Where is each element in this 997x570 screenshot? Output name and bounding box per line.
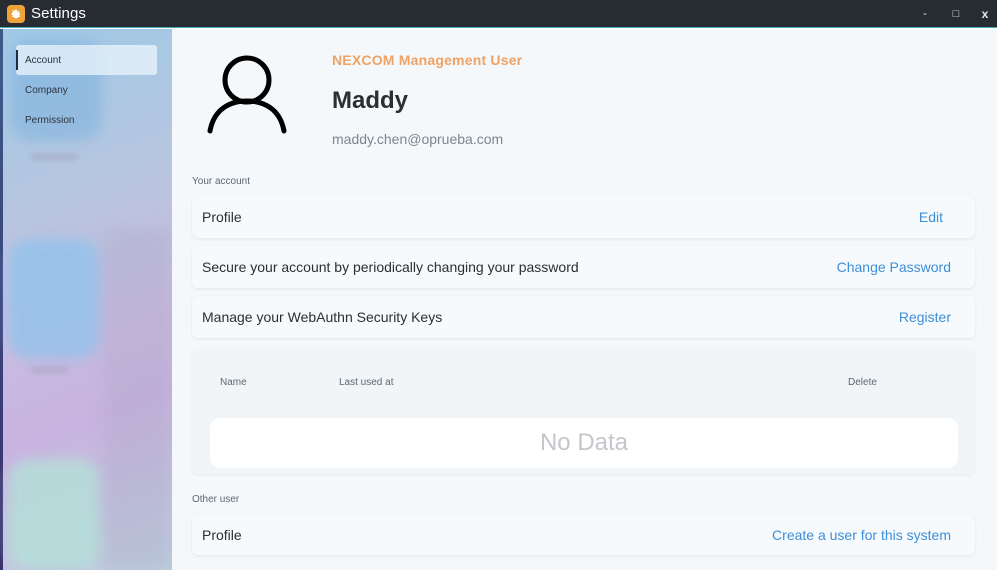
background-blur-line xyxy=(30,367,70,373)
minimize-button[interactable]: - xyxy=(910,0,940,28)
section-label-other-user: Other user xyxy=(192,494,240,505)
row-label: Profile xyxy=(202,527,242,543)
profile-row: Profile Edit xyxy=(192,196,975,238)
close-button[interactable]: x xyxy=(970,0,997,28)
sidebar-nav: Account Company Permission xyxy=(16,45,157,135)
register-key-link[interactable]: Register xyxy=(899,309,951,325)
sidebar-item-account[interactable]: Account xyxy=(16,45,157,75)
sidebar-item-label: Company xyxy=(25,84,68,96)
sidebar-item-company[interactable]: Company xyxy=(16,75,157,105)
other-user-profile-row: Profile Create a user for this system xyxy=(192,515,975,555)
user-name: Maddy xyxy=(332,87,409,114)
background-blur-block xyxy=(104,229,172,570)
organization-label: NEXCOM Management User xyxy=(332,52,523,68)
title-bar: Settings - □ x xyxy=(0,0,997,28)
sidebar-item-label: Permission xyxy=(25,114,75,126)
user-icon xyxy=(204,53,290,135)
background-blur-tile xyxy=(8,459,100,569)
sidebar-item-label: Account xyxy=(25,54,62,66)
row-label: Manage your WebAuthn Security Keys xyxy=(202,309,443,325)
security-keys-table: Name Last used at Delete No Data xyxy=(192,349,975,474)
column-header-name: Name xyxy=(220,377,247,388)
change-password-link[interactable]: Change Password xyxy=(837,259,951,275)
row-label: Secure your account by periodically chan… xyxy=(202,259,579,275)
background-blur-tile xyxy=(8,239,100,359)
sidebar: Account Company Permission xyxy=(0,29,172,570)
edit-profile-link[interactable]: Edit xyxy=(919,209,943,225)
background-blur-line xyxy=(30,154,78,160)
column-header-delete: Delete xyxy=(848,377,877,388)
sidebar-item-permission[interactable]: Permission xyxy=(16,105,157,135)
password-row: Secure your account by periodically chan… xyxy=(192,246,975,288)
column-header-last-used: Last used at xyxy=(339,377,394,388)
empty-state: No Data xyxy=(210,418,958,468)
user-email: maddy.chen@oprueba.com xyxy=(332,131,504,147)
main-content: NEXCOM Management User Maddy maddy.chen@… xyxy=(172,29,997,570)
section-label-your-account: Your account xyxy=(192,176,251,187)
window-title: Settings xyxy=(31,5,86,22)
maximize-button[interactable]: □ xyxy=(941,0,971,28)
create-user-link[interactable]: Create a user for this system xyxy=(772,527,951,543)
row-label: Profile xyxy=(202,209,242,225)
gear-icon xyxy=(7,4,25,23)
webauthn-row: Manage your WebAuthn Security Keys Regis… xyxy=(192,296,975,338)
